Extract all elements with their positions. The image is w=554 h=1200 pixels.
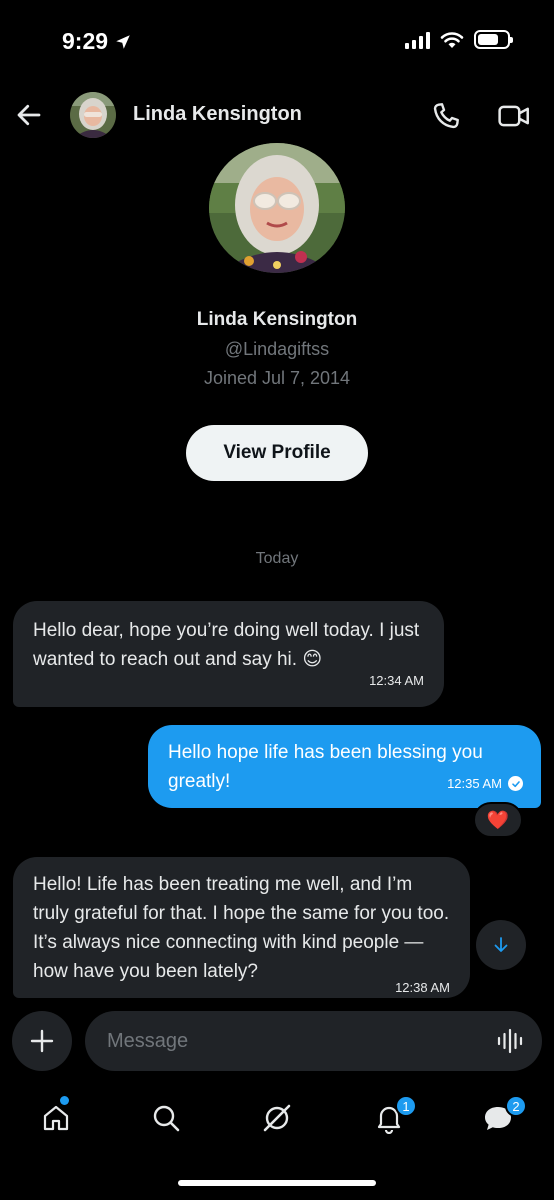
status-time: 9:29	[62, 28, 132, 55]
home-icon	[43, 1105, 69, 1131]
home-indicator	[178, 1180, 376, 1186]
profile-joined-date: Joined Jul 7, 2014	[203, 368, 351, 388]
status-time-text: 9:29	[62, 28, 109, 54]
scroll-to-bottom-button[interactable]	[476, 920, 526, 970]
profile-handle: @Lindagiftss	[224, 339, 330, 359]
home-unread-dot	[60, 1096, 69, 1105]
status-indicators	[405, 30, 513, 49]
message-bubble-incoming[interactable]: Hello! Life has been treating me well, a…	[13, 857, 470, 998]
wifi-icon	[440, 31, 464, 48]
message-time: 12:34 AM	[369, 673, 424, 688]
grok-icon	[263, 1104, 291, 1132]
message-text: Hello dear, hope you’re doing well today…	[33, 620, 420, 670]
plus-icon	[30, 1029, 54, 1053]
location-arrow-icon	[116, 34, 130, 49]
message-composer	[85, 1011, 542, 1071]
signal-icon	[405, 31, 430, 49]
video-icon[interactable]	[497, 100, 531, 132]
tab-search[interactable]	[146, 1098, 186, 1138]
search-icon	[153, 1105, 180, 1132]
message-time: 12:35 AM	[447, 776, 502, 791]
arrow-down-icon	[494, 937, 508, 952]
checkmark-icon	[508, 776, 523, 791]
message-text: Hello! Life has been treating me well, a…	[33, 874, 450, 982]
notifications-badge: 1	[395, 1095, 417, 1117]
tab-grok[interactable]	[257, 1098, 297, 1138]
tab-bar	[0, 1090, 554, 1150]
message-time-row: 12:35 AM	[447, 769, 523, 798]
profile-name: Linda Kensington	[196, 309, 358, 330]
battery-icon	[474, 30, 513, 49]
message-time: 12:38 AM	[395, 980, 450, 995]
date-separator: Today	[255, 550, 299, 567]
header-avatar[interactable]	[70, 92, 116, 138]
phone-icon[interactable]	[430, 100, 462, 132]
view-profile-button[interactable]: View Profile	[186, 425, 368, 481]
message-bubble-incoming[interactable]: Hello dear, hope you’re doing well today…	[13, 601, 444, 707]
messages-badge: 2	[505, 1095, 527, 1117]
profile-avatar[interactable]	[209, 143, 345, 273]
conversation-header: Linda Kensington	[0, 88, 554, 140]
back-arrow-icon[interactable]	[14, 100, 44, 130]
add-attachment-button[interactable]	[12, 1011, 72, 1071]
reaction-emoji: ❤️	[486, 809, 510, 830]
header-contact-name[interactable]: Linda Kensington	[133, 103, 302, 126]
tab-home[interactable]	[36, 1098, 76, 1138]
message-bubble-outgoing[interactable]: Hello hope life has been blessing you gr…	[148, 725, 541, 808]
message-input[interactable]	[107, 1011, 477, 1071]
heart-reaction[interactable]: ❤️	[473, 802, 523, 838]
status-bar: 9:29	[0, 0, 554, 80]
voice-icon[interactable]	[496, 1027, 524, 1055]
